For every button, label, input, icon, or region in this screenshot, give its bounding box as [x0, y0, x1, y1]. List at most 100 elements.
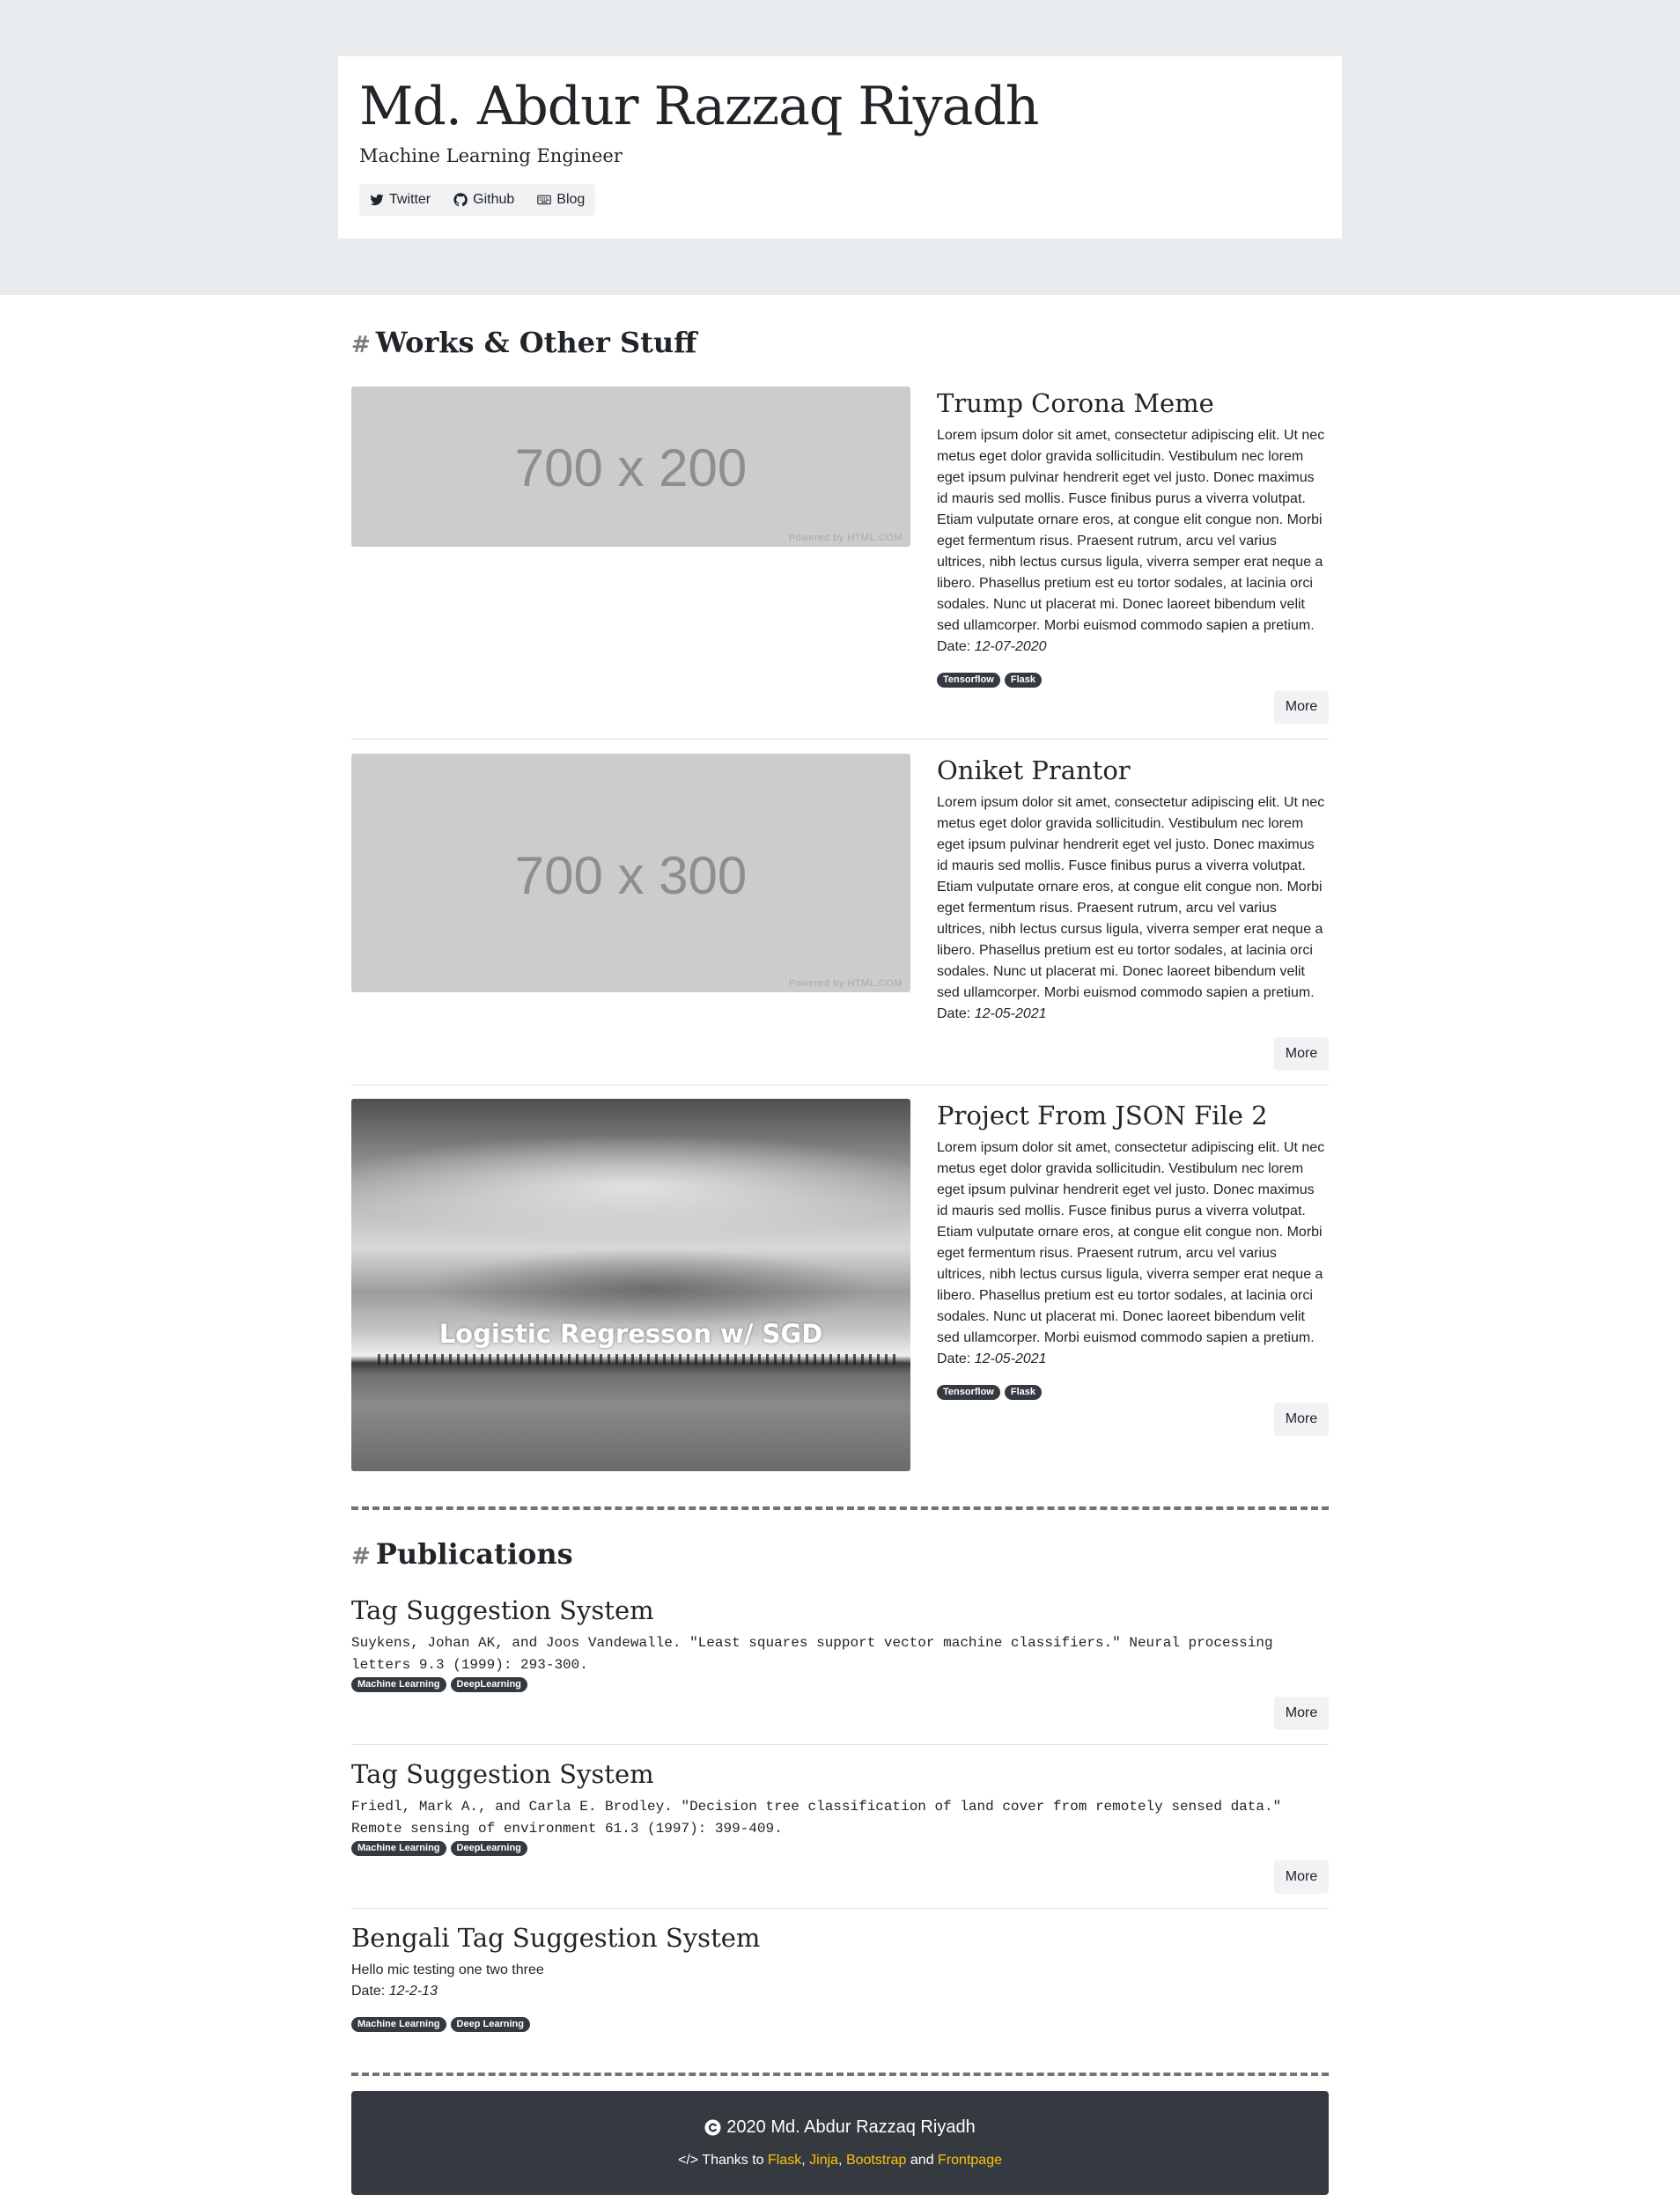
work-date: Date: 12-07-2020 [937, 637, 1329, 658]
tag-badge: Tensorflow [937, 673, 1000, 688]
work-thumbnail[interactable]: 700 x 300 Powered by HTML.COM [351, 754, 910, 992]
work-date: Date: 12-05-2021 [937, 1349, 1329, 1370]
publications-heading-text: Publications [375, 1537, 573, 1571]
github-link[interactable]: Github [453, 192, 514, 208]
date-value: 12-05-2021 [974, 1006, 1047, 1021]
work-description: Lorem ipsum dolor sit amet, consectetur … [937, 1140, 1325, 1345]
author-role: Machine Learning Engineer [359, 145, 623, 166]
github-label: Github [473, 192, 515, 207]
work-info: Oniket Prantor Lorem ipsum dolor sit ame… [937, 754, 1329, 1025]
footer-thanks: </> Thanks to Flask, Jinja, Bootstrap an… [351, 2153, 1329, 2169]
date-value: 12-05-2021 [974, 1351, 1047, 1366]
twitter-link[interactable]: Twitter [370, 192, 431, 208]
work-tags: Tensorflow Flask [937, 1385, 1329, 1400]
keyboard-icon [537, 195, 552, 205]
separator: , [838, 2153, 843, 2168]
publications-heading: # Publications [351, 1537, 573, 1571]
work-thumbnail[interactable]: 700 x 200 Powered by HTML.COM [351, 387, 910, 547]
more-button[interactable]: More [1274, 1403, 1329, 1436]
copyright-text: 2020 Md. Abdur Razzaq Riyadh [726, 2117, 976, 2137]
flask-link[interactable]: Flask [768, 2153, 801, 2168]
publication-item: Bengali Tag Suggestion System Hello mic … [351, 1923, 1329, 2037]
more-button[interactable]: More [1274, 1860, 1329, 1894]
date-label: Date: [937, 1351, 971, 1366]
twitter-label: Twitter [389, 192, 431, 207]
works-heading: # Works & Other Stuff [351, 326, 696, 359]
bootstrap-link[interactable]: Bootstrap [846, 2153, 906, 2168]
tag-badge: Machine Learning [351, 1841, 446, 1856]
work-description: Lorem ipsum dolor sit amet, consectetur … [937, 795, 1325, 1000]
photo-cloud [351, 1134, 910, 1240]
publication-title: Tag Suggestion System [351, 1759, 654, 1789]
more-button[interactable]: More [1274, 690, 1329, 724]
divider [351, 1085, 1329, 1086]
section-separator [351, 2073, 1329, 2076]
tag-badge: DeepLearning [450, 1677, 527, 1692]
work-tags: Tensorflow Flask [937, 673, 1329, 688]
publication-citation: Friedl, Mark A., and Carla E. Brodley. "… [351, 1799, 1282, 1837]
work-description: Lorem ipsum dolor sit amet, consectetur … [937, 428, 1325, 633]
work-card: 700 x 200 Powered by HTML.COM Trump Coro… [351, 387, 1329, 725]
publication-tags: Machine Learning Deep Learning [351, 2017, 1329, 2032]
header-jumbotron: Md. Abdur Razzaq Riyadh Machine Learning… [0, 0, 1680, 295]
works-heading-text: Works & Other Stuff [375, 326, 697, 359]
github-icon [453, 193, 468, 207]
work-title: Trump Corona Meme [937, 388, 1214, 418]
page-footer: 2020 Md. Abdur Razzaq Riyadh </> Thanks … [351, 2091, 1329, 2195]
tag-badge: Machine Learning [351, 1677, 446, 1692]
divider [351, 1744, 1329, 1745]
separator: , [801, 2153, 806, 2168]
heading-hash: # [351, 1543, 371, 1570]
separator: and [910, 2153, 934, 2168]
footer-copyright: 2020 Md. Abdur Razzaq Riyadh [351, 2117, 1329, 2138]
blog-label: Blog [556, 192, 586, 207]
twitter-icon [370, 194, 384, 206]
tag-badge: Flask [1004, 1385, 1042, 1400]
tag-badge: Flask [1004, 673, 1042, 688]
work-photo[interactable]: Logistic Regresson w/ SGD [351, 1099, 910, 1471]
blog-link[interactable]: Blog [537, 192, 585, 208]
publication-title: Tag Suggestion System [351, 1595, 654, 1625]
publication-item: Tag Suggestion System Suykens, Johan AK,… [351, 1595, 1329, 1732]
publication-text: Hello mic testing one two three [351, 1962, 544, 1977]
date-label: Date: [351, 1984, 386, 1999]
tag-badge: Deep Learning [450, 2017, 530, 2032]
section-separator [351, 1506, 1329, 1510]
date-label: Date: [937, 1006, 971, 1021]
divider [351, 1908, 1329, 1909]
publication-citation: Suykens, Johan AK, and Joos Vandewalle. … [351, 1635, 1273, 1673]
date-label: Date: [937, 639, 971, 654]
frontpage-link[interactable]: Frontpage [938, 2153, 1002, 2168]
placeholder-size-text: 700 x 200 [514, 438, 748, 497]
heading-hash: # [351, 332, 371, 358]
work-title: Oniket Prantor [937, 755, 1131, 785]
publication-tags: Machine Learning DeepLearning [351, 1841, 1329, 1856]
date-value: 12-07-2020 [974, 639, 1047, 654]
placeholder-credit: Powered by HTML.COM [788, 978, 903, 989]
social-links: Twitter Github Blog [359, 184, 596, 216]
photo-crowd [378, 1354, 897, 1365]
date-value: 12-2-13 [388, 1984, 438, 1999]
copyright-icon [704, 2119, 721, 2136]
work-info: Project From JSON File 2 Lorem ipsum dol… [937, 1099, 1329, 1400]
work-info: Trump Corona Meme Lorem ipsum dolor sit … [937, 387, 1329, 688]
tag-badge: Machine Learning [351, 2017, 446, 2032]
photo-cloud [422, 1248, 880, 1328]
placeholder-size-text: 700 x 300 [514, 846, 748, 905]
author-name: Md. Abdur Razzaq Riyadh [359, 76, 1039, 137]
placeholder-credit: Powered by HTML.COM [788, 533, 903, 543]
divider [351, 739, 1329, 740]
publication-item: Tag Suggestion System Friedl, Mark A., a… [351, 1759, 1329, 1896]
publication-date: Date: 12-2-13 [351, 1981, 1329, 2002]
publication-title: Bengali Tag Suggestion System [351, 1923, 761, 1953]
thanks-prefix: </> Thanks to [678, 2153, 764, 2168]
tag-badge: Tensorflow [937, 1385, 1000, 1400]
tag-badge: DeepLearning [450, 1841, 527, 1856]
work-card: 700 x 300 Powered by HTML.COM Oniket Pra… [351, 754, 1329, 1072]
more-button[interactable]: More [1274, 1037, 1329, 1071]
more-button[interactable]: More [1274, 1697, 1329, 1730]
publication-tags: Machine Learning DeepLearning [351, 1677, 1329, 1692]
header-card: Md. Abdur Razzaq Riyadh Machine Learning… [338, 56, 1342, 239]
jinja-link[interactable]: Jinja [809, 2153, 838, 2168]
photo-caption: Logistic Regresson w/ SGD [438, 1319, 823, 1349]
